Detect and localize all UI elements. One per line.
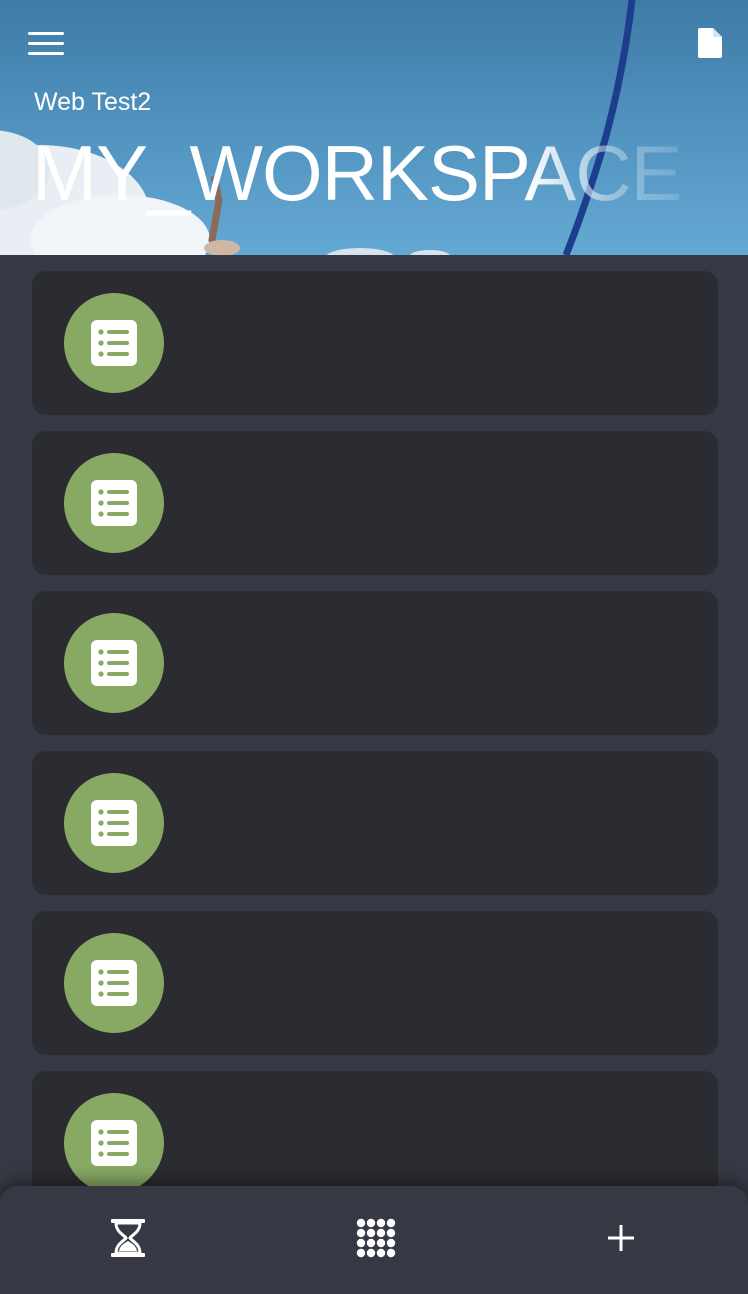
hamburger-menu-icon bbox=[28, 31, 64, 35]
item-avatar bbox=[64, 613, 164, 713]
tab-add[interactable] bbox=[591, 1208, 651, 1268]
menu-button[interactable] bbox=[22, 24, 70, 62]
list-item[interactable] bbox=[32, 1071, 718, 1190]
tab-history[interactable] bbox=[98, 1208, 158, 1268]
item-avatar bbox=[64, 453, 164, 553]
document-icon bbox=[698, 28, 722, 58]
document-button[interactable] bbox=[690, 24, 730, 64]
tab-apps[interactable] bbox=[346, 1208, 406, 1268]
plus-icon bbox=[608, 1225, 634, 1251]
apps-grid-icon bbox=[356, 1218, 396, 1258]
list-icon bbox=[91, 320, 137, 366]
item-avatar bbox=[64, 933, 164, 1033]
list-item[interactable] bbox=[32, 431, 718, 575]
list-icon bbox=[91, 960, 137, 1006]
item-avatar bbox=[64, 773, 164, 873]
item-avatar bbox=[64, 293, 164, 393]
list-icon bbox=[91, 640, 137, 686]
bottom-navigation bbox=[0, 1186, 748, 1294]
item-avatar bbox=[64, 1093, 164, 1190]
workspace-title: MY_WORKSPACE bbox=[32, 129, 683, 217]
item-list bbox=[0, 255, 748, 1190]
list-item[interactable] bbox=[32, 751, 718, 895]
list-item[interactable] bbox=[32, 911, 718, 1055]
list-icon bbox=[91, 1120, 137, 1166]
list-item[interactable] bbox=[32, 271, 718, 415]
list-icon bbox=[91, 800, 137, 846]
list-icon bbox=[91, 480, 137, 526]
header-banner: Web Test2 MY_WORKSPACE bbox=[0, 0, 748, 255]
list-item[interactable] bbox=[32, 591, 718, 735]
hourglass-icon bbox=[111, 1219, 145, 1257]
workspace-subtitle: Web Test2 bbox=[34, 88, 152, 116]
